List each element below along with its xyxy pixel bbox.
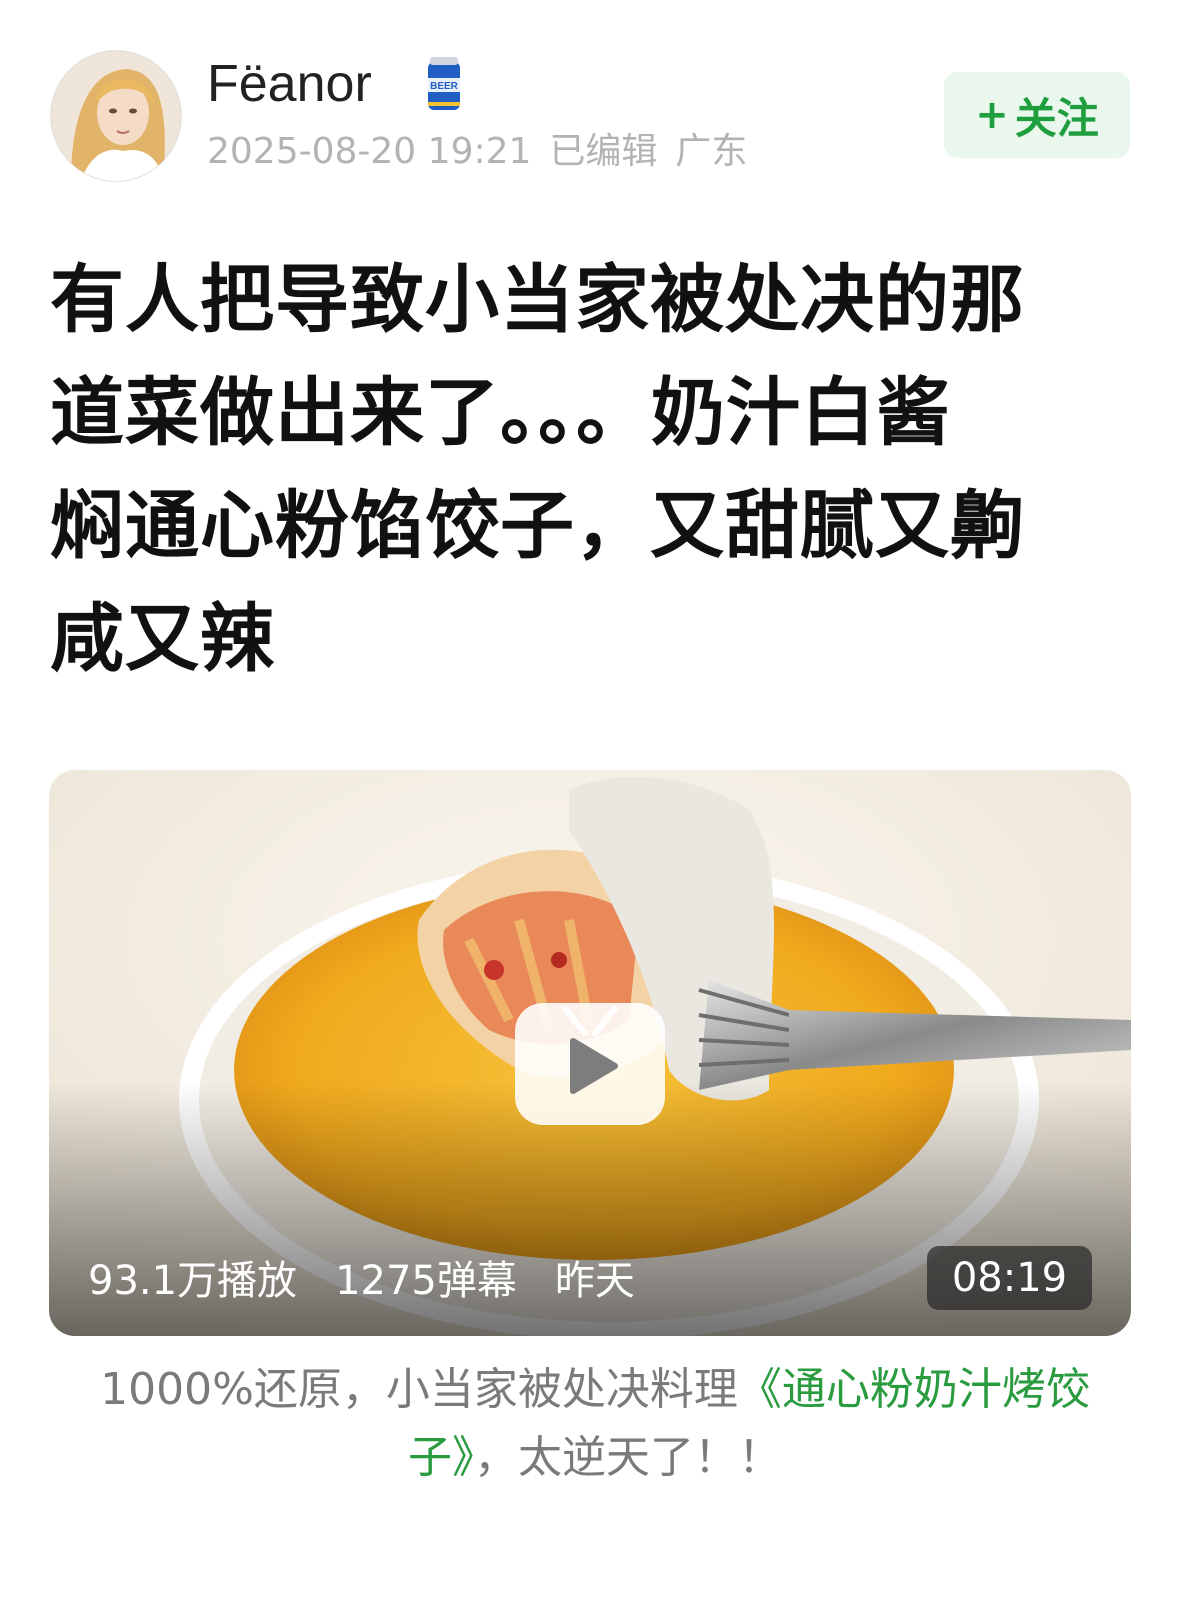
video-caption: 1000%还原，小当家被处决料理《通心粉奶汁烤饺 子》，太逆天了！！ (50, 1356, 1140, 1492)
play-icon (562, 1006, 618, 1094)
beer-can-icon: BEER (422, 54, 466, 114)
badge-text: BEER (430, 81, 459, 92)
follow-label: 关注 (1014, 93, 1099, 143)
play-count: 93.1万播放 (88, 1258, 298, 1304)
play-button[interactable] (515, 1003, 665, 1125)
caption-line-2: 子》，太逆天了！！ (50, 1424, 1140, 1492)
video-stats: 93.1万播放 1275弹幕 昨天 (88, 1255, 673, 1307)
danmaku-count: 1275弹幕 (335, 1258, 517, 1304)
caption-line-1: 1000%还原，小当家被处决料理《通心粉奶汁烤饺 (50, 1356, 1140, 1424)
video-duration: 08:19 (927, 1246, 1092, 1310)
caption-link-end[interactable]: 子》 (408, 1432, 474, 1483)
video-date: 昨天 (554, 1258, 635, 1304)
author-name[interactable]: Fëanor (207, 52, 372, 116)
title-line: 道菜做出来了。。。奶汁白酱 (50, 370, 951, 456)
avatar-portrait-icon (51, 51, 181, 181)
caption-suffix: ，太逆天了！！ (474, 1432, 782, 1483)
post-title: 有人把导致小当家被处决的那 道菜做出来了。。。奶汁白酱 焖通心粉馅饺子，又甜腻又… (50, 244, 1140, 696)
edited-label: 已编辑 (549, 131, 658, 172)
author-avatar[interactable] (50, 50, 182, 182)
caption-prefix: 1000%还原，小当家被处决料理 (100, 1364, 738, 1415)
title-line: 焖通心粉馅饺子，又甜腻又齁 (50, 483, 1025, 569)
title-line: 咸又辣 (50, 596, 275, 682)
post-meta: 2025-08-20 19:21 已编辑 广东 (207, 128, 765, 176)
plus-icon: + (975, 92, 1009, 138)
caption-link[interactable]: 《通心粉奶汁烤饺 (738, 1364, 1090, 1415)
title-line: 有人把导致小当家被处决的那 (50, 257, 1025, 343)
post-header: Fëanor BEER 2025-08-20 19:21 已编辑 广东 + 关注 (0, 0, 1200, 200)
post-location: 广东 (675, 131, 748, 172)
post-date: 2025-08-20 19:21 (207, 131, 532, 172)
follow-button[interactable]: + 关注 (944, 72, 1130, 158)
